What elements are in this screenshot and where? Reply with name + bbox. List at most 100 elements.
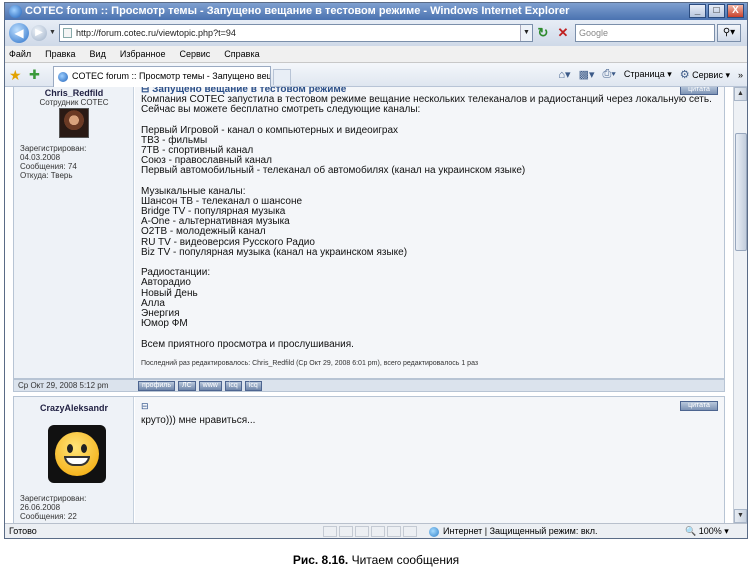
post-author-panel: Chris_Redfild Сотрудник COTEC Зарегистри… (14, 87, 134, 378)
maximize-button[interactable]: □ (708, 4, 725, 18)
edited-note: Последний раз редактировалось: Chris_Red… (141, 360, 479, 367)
figure-text: Читаем сообщения (351, 553, 460, 567)
stop-icon[interactable]: ✕ (555, 25, 571, 41)
menu-view[interactable]: Вид (90, 49, 106, 59)
status-bar: Готово Интернет | Защищенный режим: вкл.… (5, 523, 747, 538)
registered-date: 04.03.2008 (20, 153, 61, 162)
forward-button[interactable]: ▶ (31, 25, 47, 41)
zoom-text: 100% (698, 526, 722, 536)
icq-add-button[interactable]: icq (244, 381, 262, 391)
post-author-name[interactable]: CrazyAleksandr (14, 403, 134, 413)
location: Откуда: Тверь (20, 171, 73, 180)
new-tab-button[interactable] (273, 69, 291, 85)
post-text-line: Авторадио (141, 277, 191, 289)
post-text: круто))) мне нравиться... (141, 415, 256, 426)
post-text: Компания COTEC запустила в тестовом режи… (141, 94, 716, 350)
registered-date: 26.06.2008 (20, 503, 61, 512)
back-button[interactable]: ◀ (9, 23, 29, 43)
figure-caption: Рис. 8.16. Читаем сообщения (0, 553, 752, 567)
post-author-info: Зарегистрирован: 04.03.2008 Сообщения: 7… (20, 144, 86, 180)
post-author-buttons: профиль ЛС www icq icq (138, 381, 262, 391)
page-content: Chris_Redfild Сотрудник COTEC Зарегистри… (5, 87, 733, 523)
title-bar: COTEC forum :: Просмотр темы - Запущено … (5, 3, 747, 20)
tools-menu-label: Сервис (692, 70, 723, 80)
address-input[interactable]: http://forum.cotec.ru/viewtopic.php?t=94… (59, 24, 533, 42)
zoom-level[interactable]: 🔍 100% ▾ (685, 524, 729, 538)
post-author-rank: Сотрудник COTEC (39, 98, 109, 107)
post-text-line: Сейчас вы можете бесплатно смотреть след… (141, 104, 421, 116)
browser-window: COTEC forum :: Просмотр темы - Запущено … (4, 2, 748, 539)
ie-logo-icon (9, 5, 22, 18)
history-dropdown-icon[interactable]: ▼ (49, 29, 56, 36)
menu-favorites[interactable]: Избранное (120, 49, 166, 59)
scroll-down-icon[interactable]: ▼ (734, 509, 747, 523)
post-date: Ср Окт 29, 2008 5:12 pm (18, 381, 109, 390)
post-text-line: Энергия (141, 307, 180, 319)
forum-post: Chris_Redfild Сотрудник COTEC Зарегистри… (13, 87, 725, 379)
print-icon[interactable]: ⎙▾ (602, 68, 615, 81)
url-text: http://forum.cotec.ru/viewtopic.php?t=94 (76, 28, 236, 38)
pm-button[interactable]: ЛС (177, 381, 196, 391)
tab-cotec-forum[interactable]: COTEC forum :: Просмотр темы - Запущено … (53, 66, 271, 87)
address-toolbar: ◀ ▶ ▼ http://forum.cotec.ru/viewtopic.ph… (5, 20, 747, 46)
window-controls: _ □ X (689, 4, 744, 18)
post-text-line: Первый Игровой - канал о компьютерных и … (141, 124, 399, 136)
post-text-line (141, 258, 716, 268)
figure-number: Рис. 8.16. (292, 553, 349, 567)
post-author-info: Зарегистрирован: 26.06.2008 Сообщения: 2… (20, 494, 86, 521)
post-text-line: Первый автомобильный - телеканал об авто… (141, 165, 526, 177)
post-text-line: Новый День (141, 287, 198, 299)
refresh-icon[interactable]: ↻ (535, 25, 551, 41)
avatar (59, 108, 89, 138)
page-icon (63, 28, 72, 38)
post-body: ⊟ Запущено вещание в тестовом режиме цит… (135, 87, 724, 378)
icq-button[interactable]: icq (224, 381, 242, 391)
registered-label: Зарегистрирован: (20, 494, 87, 503)
status-text: Готово (9, 526, 37, 536)
post-subject-icon: ⊟ (141, 401, 149, 411)
home-icon[interactable]: ⌂▾ (558, 68, 570, 81)
tab-label: COTEC forum :: Просмотр темы - Запущено … (72, 71, 270, 81)
post-body: ⊟ цитата круто))) мне нравиться... (135, 397, 724, 523)
search-input[interactable]: Google (575, 24, 715, 42)
add-favorites-icon[interactable]: ✚ (29, 67, 40, 83)
messages-count: Сообщения: 74 (20, 162, 77, 171)
more-commands-icon[interactable]: » (738, 70, 743, 80)
scrollbar-thumb[interactable] (735, 133, 747, 251)
post-text-line: Юмор ФМ (141, 318, 188, 330)
security-zone[interactable]: Интернет | Защищенный режим: вкл. (429, 524, 598, 538)
forum-post: CrazyAleksandr Зарегистрирован: 26.06.20… (13, 396, 725, 523)
post-text-line: Радиостанции: (141, 267, 211, 279)
www-button[interactable]: www (198, 381, 222, 391)
scroll-up-icon[interactable]: ▲ (734, 87, 747, 101)
command-bar: ★ ✚ COTEC forum :: Просмотр темы - Запущ… (5, 63, 747, 87)
smiley-face-icon (55, 432, 99, 476)
vertical-scrollbar[interactable]: ▲ ▼ (733, 87, 747, 523)
window-title: COTEC forum :: Просмотр темы - Запущено … (25, 5, 570, 17)
address-dropdown-icon[interactable]: ▼ (520, 25, 532, 41)
close-button[interactable]: X (727, 4, 744, 18)
tools-menu[interactable]: ⚙ Сервис ▾ (680, 68, 730, 81)
favorites-star-icon[interactable]: ★ (9, 67, 22, 83)
post-text-line: Алла (141, 297, 165, 309)
profile-button[interactable]: профиль (138, 381, 175, 391)
post-text-line: Biz TV - популярная музыка (канал на укр… (141, 246, 408, 258)
post-author-name[interactable]: Chris_Redfild (14, 88, 134, 98)
quote-button[interactable]: цитата (680, 401, 718, 411)
menu-bar: Файл Правка Вид Избранное Сервис Справка (5, 46, 747, 63)
page-menu[interactable]: Страница ▾ (624, 69, 672, 80)
magnifier-icon[interactable]: ⚲▾ (717, 24, 741, 42)
post-text-line (141, 329, 716, 339)
menu-tools[interactable]: Сервис (179, 49, 210, 59)
registered-label: Зарегистрирован: (20, 144, 87, 153)
security-zone-text: Интернет | Защищенный режим: вкл. (443, 526, 598, 536)
messages-count: Сообщения: 22 (20, 512, 77, 521)
menu-file[interactable]: Файл (9, 49, 31, 59)
feeds-icon[interactable]: ▩▾ (579, 68, 595, 81)
gear-icon: ⚙ (679, 69, 690, 81)
avatar (48, 425, 106, 483)
status-panes (323, 526, 417, 537)
minimize-button[interactable]: _ (689, 4, 706, 18)
menu-help[interactable]: Справка (224, 49, 259, 59)
menu-edit[interactable]: Правка (45, 49, 75, 59)
